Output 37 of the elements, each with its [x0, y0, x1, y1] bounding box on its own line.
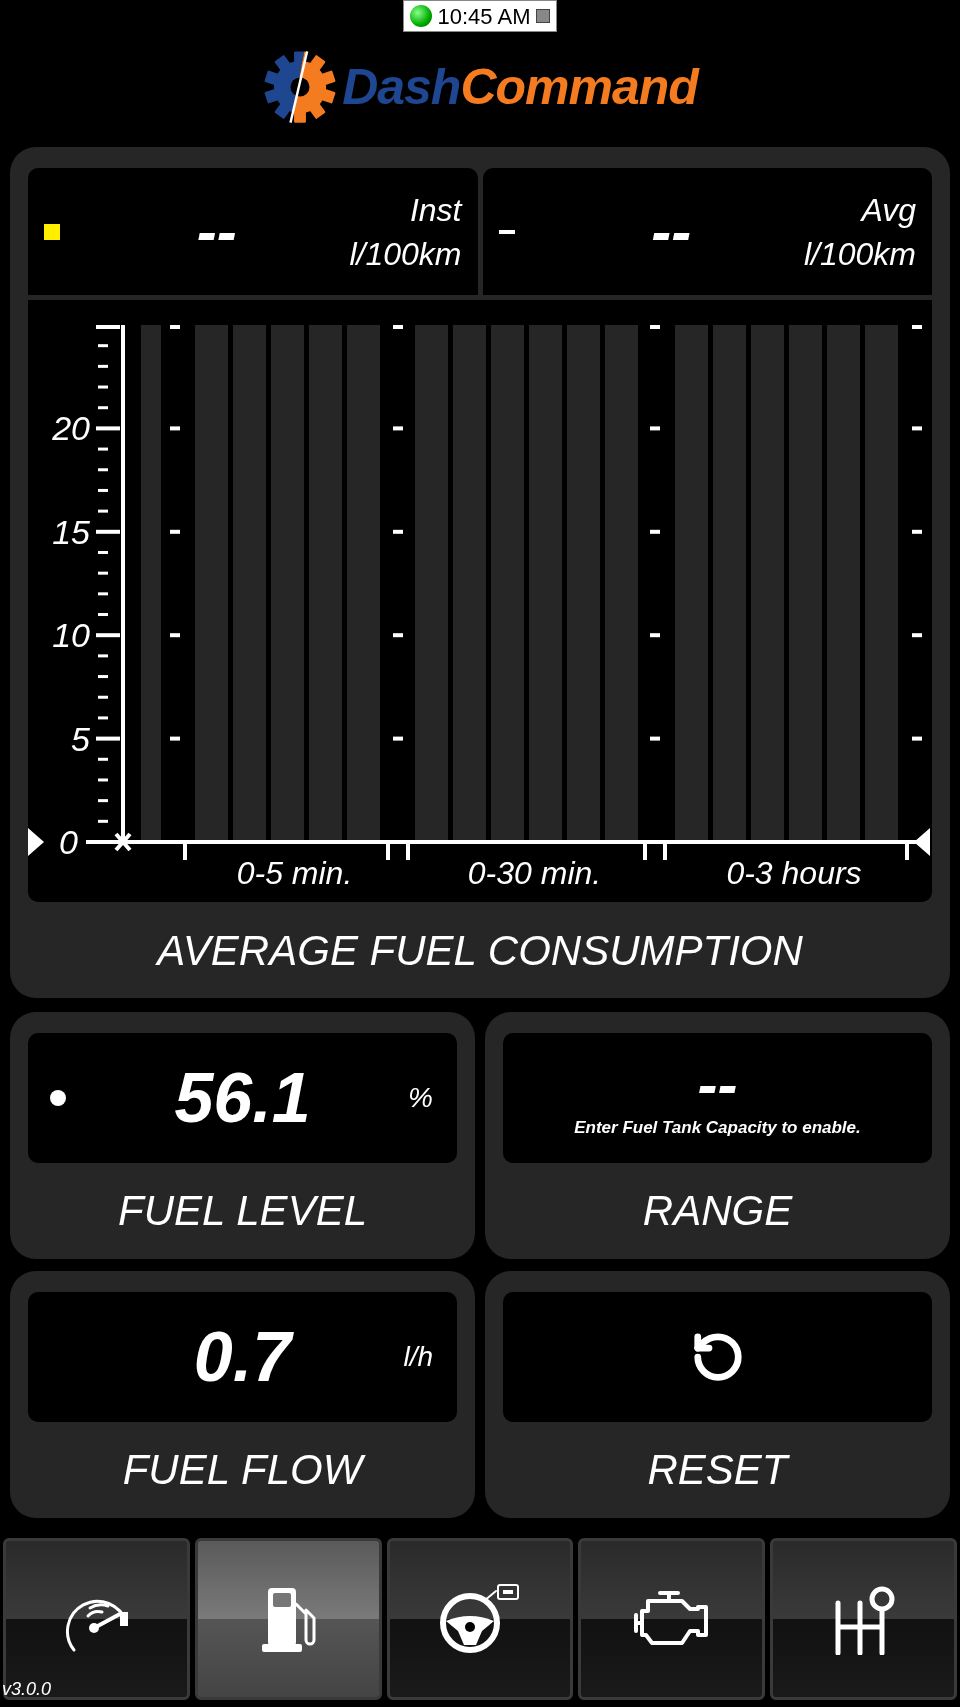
y-tick-label: 15	[52, 512, 90, 551]
y-tick-label: 5	[71, 719, 90, 758]
status-light-icon	[409, 5, 432, 27]
nav-tab[interactable]	[770, 1538, 957, 1700]
x-category-label: 0-30 min.	[467, 855, 602, 891]
x-category-label: 0-5 min.	[236, 855, 353, 891]
y-tick-label: 0	[59, 823, 78, 861]
readout-name: Avg	[861, 190, 916, 230]
tile-label: FUEL LEVEL	[118, 1190, 367, 1232]
readout-unit: l/100km	[803, 234, 916, 274]
nav-tab[interactable]	[578, 1538, 766, 1700]
nav-tab[interactable]	[386, 1538, 574, 1700]
clock-time: 10:45 AM	[437, 2, 531, 31]
steering-wheel-icon	[438, 1583, 522, 1655]
reading-value: --	[697, 1055, 738, 1116]
readout-value: --	[650, 196, 693, 267]
reading-unit: l/h	[403, 1340, 433, 1374]
nav-tab[interactable]	[194, 1538, 382, 1700]
dash-indicator	[498, 229, 515, 234]
readout-name: Inst	[409, 190, 462, 230]
readout-unit: l/100km	[349, 234, 462, 274]
square-indicator	[44, 223, 60, 240]
nav-tab[interactable]	[3, 1538, 190, 1700]
y-tick-label: 10	[52, 616, 90, 655]
tile-label: RANGE	[642, 1190, 793, 1232]
logo-text: DashCommand	[342, 61, 698, 112]
tile-label: RESET	[647, 1449, 788, 1491]
readout-value: --	[195, 196, 238, 267]
version-label: v3.0.0	[2, 1678, 52, 1701]
reading-value: 0.7	[193, 1322, 292, 1392]
reset-button[interactable]: RESET	[485, 1271, 950, 1518]
panel-title: AVERAGE FUEL CONSUMPTION	[157, 925, 803, 976]
hint-text: Enter Fuel Tank Capacity to enable.	[574, 1117, 861, 1140]
x-category-label: 0-3 hours	[726, 855, 862, 891]
reading-unit: %	[408, 1081, 433, 1115]
y-tick-label: 20	[52, 409, 90, 448]
reading-value: 56.1	[174, 1063, 311, 1133]
